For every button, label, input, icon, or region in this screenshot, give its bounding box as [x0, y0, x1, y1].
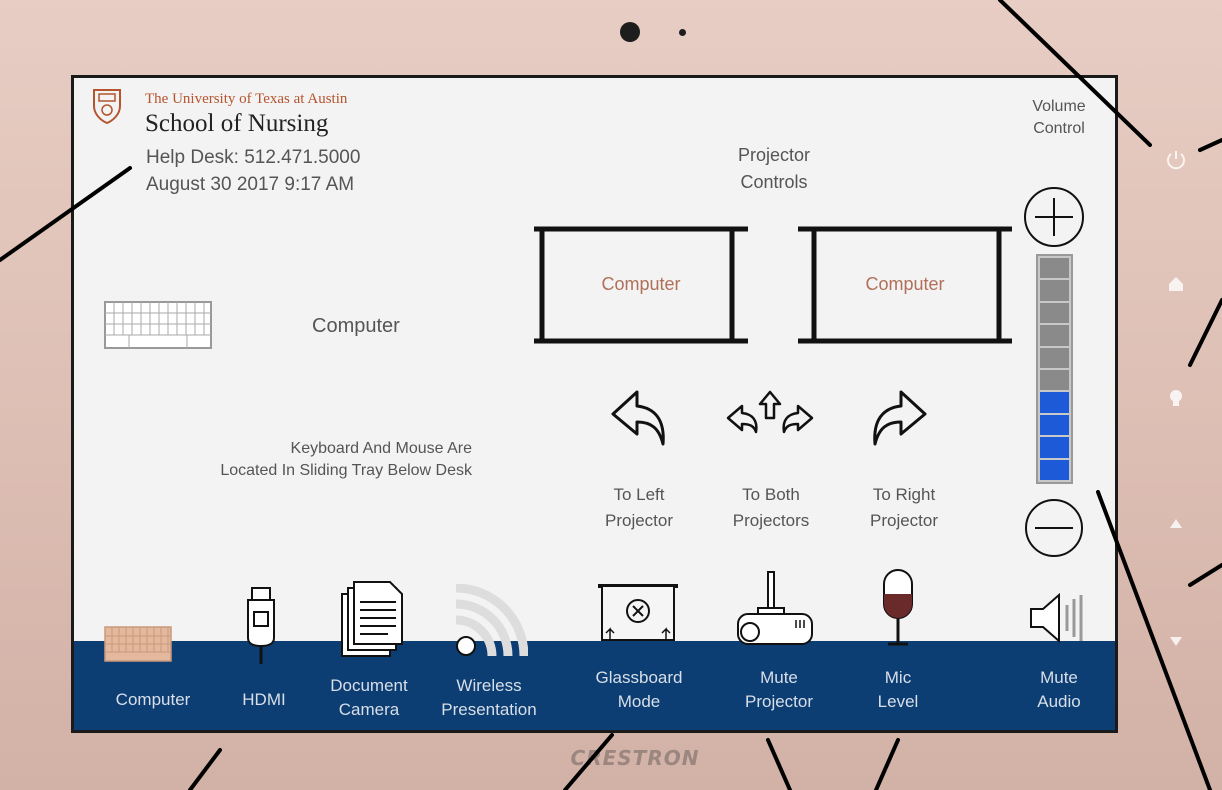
volume-segment [1040, 459, 1069, 481]
document-camera-line-2: Camera [338, 700, 400, 719]
brand-logo: CRESTRON [570, 746, 700, 770]
projector-title-line-2: Controls [740, 172, 808, 192]
note-line-1: Keyboard And Mouse Are [290, 440, 472, 457]
projector-controls-title: Projector Controls [714, 142, 834, 196]
nav-hdmi-button[interactable]: HDMI [224, 688, 304, 712]
touch-screen: The University of Texas at Austin School… [71, 75, 1118, 733]
volume-control-title: Volume Control [1009, 96, 1109, 140]
to-both-line-2: Projectors [732, 511, 810, 530]
to-right-line-2: Projector [869, 511, 939, 530]
nav-mic-level-button[interactable]: Mic Level [848, 666, 948, 714]
to-right-line-1: To Right [872, 485, 936, 504]
to-left-line-1: To Left [613, 485, 665, 504]
wireless-line-1: Wireless [456, 676, 522, 695]
volume-segment [1040, 392, 1069, 413]
datetime-text: August 30 2017 9:17 AM [146, 174, 355, 195]
speaker-icon [1030, 593, 1083, 643]
nav-mute-projector-button[interactable]: Mute Projector [719, 666, 839, 714]
university-name: The University of Texas at Austin [145, 91, 348, 107]
glassboard-icon [598, 584, 678, 641]
volume-up-button[interactable] [1023, 186, 1085, 248]
camera-icon [620, 22, 640, 42]
mic-level-line-2: Level [877, 692, 919, 711]
lightbulb-icon[interactable] [1162, 385, 1190, 413]
to-both-projectors-label: To Both Projectors [711, 482, 831, 534]
volume-segment [1040, 280, 1069, 301]
microphone-icon [883, 569, 913, 646]
left-arrow-icon[interactable] [609, 388, 669, 448]
projector-title-line-1: Projector [737, 145, 811, 165]
wireless-icon [455, 584, 528, 657]
left-projector-screen[interactable]: Computer [532, 226, 750, 344]
mute-audio-line-2: Audio [1037, 692, 1081, 711]
up-icon[interactable] [1162, 510, 1190, 538]
to-right-projector-label: To Right Projector [844, 482, 964, 534]
keyboard-location-note: Keyboard And Mouse Are Located In Slidin… [154, 438, 472, 482]
volume-title-line-2: Control [1033, 120, 1085, 137]
nav-computer-button[interactable]: Computer [98, 688, 208, 712]
volume-down-button[interactable] [1024, 498, 1084, 558]
power-icon[interactable] [1162, 146, 1190, 174]
document-camera-line-1: Document [330, 676, 408, 695]
right-arrow-icon[interactable] [869, 388, 929, 448]
keyboard-icon [104, 626, 172, 662]
mic-level-line-1: Mic [884, 668, 912, 687]
keyboard-icon [104, 301, 212, 349]
nav-document-camera-button[interactable]: Document Camera [314, 674, 424, 722]
nav-mute-audio-button[interactable]: Mute Audio [1009, 666, 1109, 714]
to-both-line-1: To Both [742, 485, 800, 504]
hdmi-icon [247, 587, 275, 664]
volume-segment [1040, 302, 1069, 324]
right-screen-label: Computer [865, 274, 945, 294]
nav-glassboard-mode-button[interactable]: Glassboard Mode [579, 666, 699, 714]
volume-level-meter[interactable] [1036, 254, 1073, 484]
volume-segment [1040, 414, 1069, 436]
volume-segment [1040, 325, 1069, 346]
mute-projector-line-2: Projector [744, 692, 814, 711]
document-icon [341, 581, 403, 657]
to-left-line-2: Projector [604, 511, 674, 530]
glassboard-line-1: Glassboard [595, 668, 683, 687]
home-icon[interactable] [1162, 270, 1190, 298]
sensor-icon [679, 29, 686, 36]
projector-icon [737, 571, 813, 645]
mute-projector-line-1: Mute [760, 668, 798, 687]
mute-audio-line-1: Mute [1040, 668, 1078, 687]
ut-seal-icon [93, 89, 121, 124]
volume-segment [1040, 437, 1069, 458]
note-line-2: Located In Sliding Tray Below Desk [220, 462, 472, 479]
current-source-label: Computer [312, 315, 400, 337]
both-arrows-icon[interactable] [724, 388, 816, 434]
wireless-line-2: Presentation [441, 700, 537, 719]
right-projector-screen[interactable]: Computer [796, 226, 1014, 344]
volume-title-line-1: Volume [1032, 98, 1086, 115]
helpdesk-text: Help Desk: 512.471.5000 [146, 147, 361, 168]
school-name: School of Nursing [145, 110, 329, 137]
volume-segment [1040, 370, 1069, 391]
volume-segment [1040, 347, 1069, 369]
nav-wireless-presentation-button[interactable]: Wireless Presentation [429, 674, 549, 722]
left-screen-label: Computer [601, 274, 681, 294]
down-icon[interactable] [1162, 627, 1190, 655]
glassboard-line-2: Mode [617, 692, 661, 711]
to-left-projector-label: To Left Projector [579, 482, 699, 534]
volume-segment [1040, 258, 1069, 279]
